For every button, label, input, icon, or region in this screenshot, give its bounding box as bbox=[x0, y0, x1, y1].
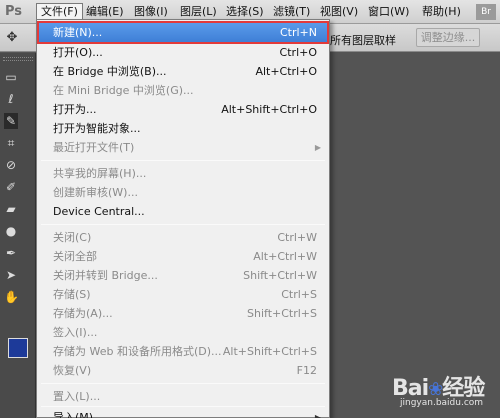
watermark-url: jingyan.baidu.com bbox=[400, 398, 484, 408]
menu-entry-shortcut: Ctrl+N bbox=[279, 26, 317, 39]
menu-entry-label: 最近打开文件(T) bbox=[53, 141, 135, 154]
menu-entry-open[interactable]: 打开(O)... Ctrl+O bbox=[39, 43, 327, 62]
menu-entry-label: 存储为 Web 和设备所用格式(D)... bbox=[53, 345, 222, 358]
menu-entry-open-as[interactable]: 打开为... Alt+Shift+Ctrl+O bbox=[39, 100, 327, 119]
menu-entry-label: 打开为... bbox=[53, 103, 97, 116]
menu-entry-label: 存储为(A)... bbox=[53, 307, 113, 320]
submenu-arrow-icon: ▶ bbox=[314, 143, 321, 152]
menu-entry-label: 关闭并转到 Bridge... bbox=[53, 269, 158, 282]
menu-entry-close-go-bridge: 关闭并转到 Bridge... Shift+Ctrl+W bbox=[39, 266, 327, 285]
menu-entry-place: 置入(L)... bbox=[39, 387, 327, 406]
menu-separator bbox=[41, 224, 325, 225]
menu-entry-label: 存储(S) bbox=[53, 288, 91, 301]
menu-entry-label: 打开为智能对象... bbox=[53, 122, 141, 135]
menu-entry-shortcut: Alt+Ctrl+O bbox=[255, 65, 317, 78]
menu-entry-shortcut: Alt+Shift+Ctrl+O bbox=[221, 103, 317, 116]
menu-entry-check-in: 签入(I)... bbox=[39, 323, 327, 342]
menu-entry-shortcut: Shift+Ctrl+W bbox=[243, 269, 317, 282]
menu-entry-save-for-web: 存储为 Web 和设备所用格式(D)... Alt+Shift+Ctrl+S bbox=[39, 342, 327, 361]
brush-tool-icon[interactable]: ✐ bbox=[4, 179, 18, 195]
menu-help[interactable]: 帮助(H) bbox=[418, 3, 465, 21]
refine-edge-button[interactable]: 调整边缘... bbox=[416, 28, 480, 47]
menu-entry-shortcut: Ctrl+O bbox=[279, 46, 317, 59]
menu-separator bbox=[41, 406, 325, 407]
menu-entry-label: 在 Mini Bridge 中浏览(G)... bbox=[53, 84, 194, 97]
selection-tool-icon[interactable]: ➤ bbox=[4, 267, 18, 283]
menu-entry-shortcut: F12 bbox=[296, 364, 317, 377]
blur-tool-icon[interactable]: ● bbox=[4, 223, 18, 239]
foreground-color-swatch[interactable] bbox=[8, 338, 28, 358]
bridge-button[interactable]: Br bbox=[476, 4, 496, 20]
menu-entry-label: 签入(I)... bbox=[53, 326, 98, 339]
menu-entry-share-screen: 共享我的屏幕(H)... bbox=[39, 164, 327, 183]
watermark-brand-text: Bai bbox=[392, 376, 429, 401]
watermark-brand-suffix: 经验 bbox=[442, 376, 485, 401]
menu-entry-close-all: 关闭全部 Alt+Ctrl+W bbox=[39, 247, 327, 266]
menu-entry-label: 新建(N)... bbox=[53, 26, 103, 39]
menu-entry-shortcut: Ctrl+S bbox=[281, 288, 317, 301]
menu-entry-label: 共享我的屏幕(H)... bbox=[53, 167, 147, 180]
menu-entry-browse-mini-bridge: 在 Mini Bridge 中浏览(G)... bbox=[39, 81, 327, 100]
menu-entry-label: 恢复(V) bbox=[53, 364, 92, 377]
crop-tool-icon[interactable]: ⌗ bbox=[4, 135, 18, 151]
submenu-arrow-icon: ▶ bbox=[314, 413, 321, 418]
lasso-tool-icon[interactable]: ℓ bbox=[4, 91, 18, 107]
menu-entry-shortcut: Alt+Ctrl+W bbox=[253, 250, 317, 263]
menu-entry-import[interactable]: 导入(M) ▶ bbox=[39, 408, 327, 418]
baidu-watermark: Bai❀经验 jingyan.baidu.com bbox=[392, 370, 496, 414]
menu-entry-save-as: 存储为(A)... Shift+Ctrl+S bbox=[39, 304, 327, 323]
menu-entry-browse-bridge[interactable]: 在 Bridge 中浏览(B)... Alt+Ctrl+O bbox=[39, 62, 327, 81]
watermark-brand: Bai❀经验 bbox=[392, 370, 485, 402]
file-menu-dropdown: 新建(N)... Ctrl+N 打开(O)... Ctrl+O 在 Bridge… bbox=[36, 19, 330, 418]
menu-entry-shortcut: Alt+Shift+Ctrl+S bbox=[222, 345, 317, 358]
tools-panel: ▭ ℓ ✎ ⌗ ⊘ ✐ ▰ ● ✒ ➤ ✋ bbox=[0, 53, 36, 418]
menu-entry-shortcut: Ctrl+W bbox=[277, 231, 317, 244]
menu-entry-save: 存储(S) Ctrl+S bbox=[39, 285, 327, 304]
photoshop-logo: Ps bbox=[5, 4, 23, 19]
menu-entry-recent-files: 最近打开文件(T) ▶ bbox=[39, 138, 327, 157]
menu-entry-label: 关闭全部 bbox=[53, 250, 97, 263]
menu-entry-shortcut: Shift+Ctrl+S bbox=[247, 307, 317, 320]
sample-all-layers-checkbox[interactable]: 所有图层取样 bbox=[330, 32, 396, 48]
menu-entry-label: 创建新审核(W)... bbox=[53, 186, 138, 199]
pen-tool-icon[interactable]: ✒ bbox=[4, 245, 18, 261]
menu-window[interactable]: 窗口(W) bbox=[364, 3, 413, 21]
eyedropper-tool-icon[interactable]: ⊘ bbox=[4, 157, 18, 173]
move-tool-icon[interactable]: ▭ bbox=[4, 69, 18, 85]
menu-entry-device-central[interactable]: Device Central... bbox=[39, 202, 327, 221]
menu-entry-close: 关闭(C) Ctrl+W bbox=[39, 228, 327, 247]
hand-tool-icon[interactable]: ✋ bbox=[4, 289, 19, 305]
quick-select-tool-icon[interactable]: ✥ bbox=[4, 30, 20, 46]
panel-grip[interactable] bbox=[3, 57, 33, 61]
menu-entry-label: 在 Bridge 中浏览(B)... bbox=[53, 65, 167, 78]
menu-entry-label: 关闭(C) bbox=[53, 231, 92, 244]
menu-entry-revert: 恢复(V) F12 bbox=[39, 361, 327, 380]
quick-select-icon[interactable]: ✎ bbox=[4, 113, 18, 129]
eraser-tool-icon[interactable]: ▰ bbox=[4, 201, 18, 217]
paw-icon: ❀ bbox=[428, 379, 443, 400]
menu-entry-label: 打开(O)... bbox=[53, 46, 103, 59]
menu-separator bbox=[41, 160, 325, 161]
menu-entry-new-review: 创建新审核(W)... bbox=[39, 183, 327, 202]
menu-entry-open-smart-object[interactable]: 打开为智能对象... bbox=[39, 119, 327, 138]
menu-entry-label: 置入(L)... bbox=[53, 390, 101, 403]
menu-entry-label: Device Central... bbox=[53, 205, 145, 218]
menu-separator bbox=[41, 383, 325, 384]
menu-entry-label: 导入(M) bbox=[53, 411, 94, 418]
menu-entry-new[interactable]: 新建(N)... Ctrl+N bbox=[37, 21, 329, 44]
